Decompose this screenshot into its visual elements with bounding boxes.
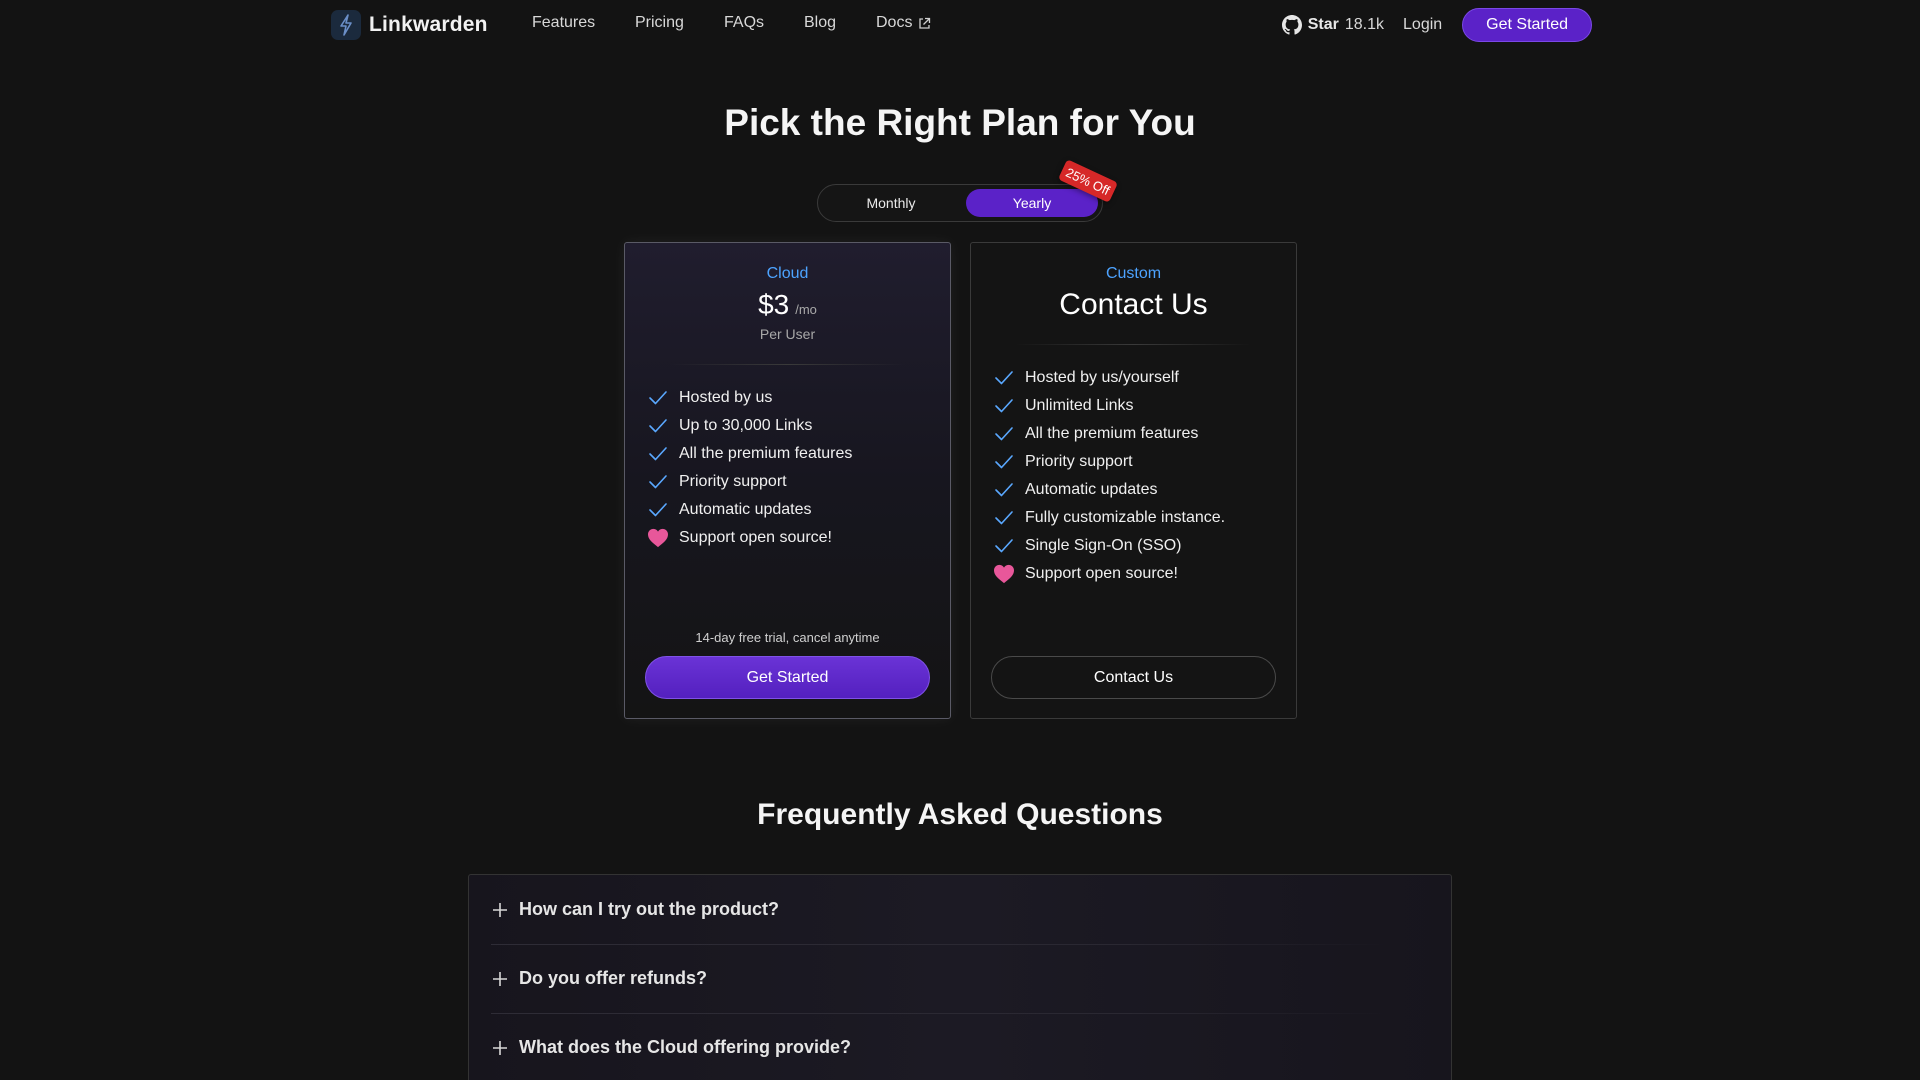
- feature-text: Support open source!: [679, 529, 832, 546]
- plan-name: Custom: [1105, 265, 1162, 282]
- nav-link-faqs[interactable]: FAQs: [724, 14, 764, 32]
- feature-list: Hosted by us/yourself Unlimited Links Al…: [993, 364, 1225, 588]
- feature-item: Automatic updates: [993, 476, 1225, 504]
- brand-logo-link[interactable]: Linkwarden: [331, 10, 488, 40]
- nav-link-pricing[interactable]: Pricing: [635, 14, 684, 32]
- feature-item: Automatic updates: [647, 496, 852, 524]
- github-star-link[interactable]: Star 18.1k: [1281, 15, 1385, 35]
- github-icon: [1281, 15, 1302, 35]
- nav-link-blog[interactable]: Blog: [804, 14, 836, 32]
- feature-text: Single Sign-On (SSO): [1025, 537, 1182, 554]
- check-icon: [993, 423, 1015, 445]
- nav-link-docs-label: Docs: [876, 14, 913, 31]
- nav-link-features[interactable]: Features: [532, 14, 595, 32]
- feature-item: Unlimited Links: [993, 392, 1225, 420]
- faq-question: How can I try out the product?: [519, 899, 779, 919]
- billing-toggle: Monthly Yearly: [817, 184, 1103, 222]
- feature-text: Automatic updates: [679, 501, 812, 518]
- feature-item: All the premium features: [647, 440, 852, 468]
- heart-icon: [647, 527, 669, 549]
- check-icon: [647, 443, 669, 465]
- feature-text: All the premium features: [679, 445, 853, 462]
- plan-card-custom: Custom Contact Us Hosted by us/yourself …: [970, 242, 1297, 719]
- brand-name: Linkwarden: [369, 13, 488, 36]
- faq-item[interactable]: How can I try out the product?: [469, 875, 1451, 944]
- feature-text: Hosted by us/yourself: [1025, 369, 1179, 386]
- check-icon: [993, 395, 1015, 417]
- trial-note: 14-day free trial, cancel anytime: [695, 630, 880, 645]
- faq-accordion: How can I try out the product? Do you of…: [468, 874, 1452, 1080]
- external-link-icon: [919, 17, 931, 29]
- feature-list: Hosted by us Up to 30,000 Links All the …: [647, 384, 852, 552]
- check-icon: [647, 387, 669, 409]
- billing-option-monthly[interactable]: Monthly: [822, 189, 960, 217]
- nav-link-docs[interactable]: Docs: [876, 14, 931, 32]
- check-icon: [647, 499, 669, 521]
- plan-price-note: Per User: [759, 326, 816, 342]
- faq-item[interactable]: Do you offer refunds?: [469, 944, 1451, 1013]
- plan-name: Cloud: [766, 265, 809, 282]
- price-row: $3/mo: [625, 289, 950, 321]
- github-star-count: 18.1k: [1344, 16, 1385, 33]
- faq-question: What does the Cloud offering provide?: [519, 1037, 851, 1057]
- get-started-nav-button[interactable]: Get Started: [1462, 8, 1592, 42]
- pricing-title: Pick the Right Plan for You: [724, 102, 1196, 143]
- feature-text: Up to 30,000 Links: [679, 417, 813, 434]
- check-icon: [993, 479, 1015, 501]
- feature-text: Support open source!: [1025, 565, 1178, 582]
- faq-item[interactable]: What does the Cloud offering provide?: [469, 1013, 1451, 1080]
- github-star-label: Star: [1307, 16, 1339, 33]
- billing-option-yearly[interactable]: Yearly: [966, 189, 1098, 217]
- top-navigation: Linkwarden Features Pricing FAQs Blog Do…: [0, 0, 1920, 50]
- faq-question: Do you offer refunds?: [519, 968, 707, 988]
- plus-icon: [491, 1039, 509, 1057]
- plus-icon: [491, 901, 509, 919]
- login-link[interactable]: Login: [1403, 16, 1442, 34]
- feature-text: Priority support: [1025, 453, 1133, 470]
- check-icon: [993, 507, 1015, 529]
- feature-item: Fully customizable instance.: [993, 504, 1225, 532]
- contact-us-button[interactable]: Contact Us: [991, 656, 1276, 699]
- card-divider: [669, 364, 906, 365]
- feature-item: Support open source!: [993, 560, 1225, 588]
- check-icon: [993, 451, 1015, 473]
- get-started-button[interactable]: Get Started: [645, 656, 930, 699]
- feature-text: Hosted by us: [679, 389, 773, 406]
- heart-icon: [993, 563, 1015, 585]
- feature-item: Single Sign-On (SSO): [993, 532, 1225, 560]
- feature-item: Up to 30,000 Links: [647, 412, 852, 440]
- feature-text: Automatic updates: [1025, 481, 1158, 498]
- check-icon: [647, 471, 669, 493]
- feature-text: Priority support: [679, 473, 787, 490]
- feature-text: Unlimited Links: [1025, 397, 1134, 414]
- plus-icon: [491, 970, 509, 988]
- check-icon: [993, 367, 1015, 389]
- linkwarden-logo-icon: [331, 10, 361, 40]
- feature-item: Hosted by us/yourself: [993, 364, 1225, 392]
- check-icon: [993, 535, 1015, 557]
- feature-text: All the premium features: [1025, 425, 1199, 442]
- plan-price: $3: [758, 289, 790, 320]
- feature-item: Priority support: [993, 448, 1225, 476]
- nav-right: Star 18.1k Login Get Started: [1281, 8, 1592, 42]
- feature-text: Fully customizable instance.: [1025, 509, 1226, 526]
- check-icon: [647, 415, 669, 437]
- plan-price-unit: /mo: [795, 302, 817, 317]
- feature-item: Support open source!: [647, 524, 852, 552]
- faq-title: Frequently Asked Questions: [757, 798, 1163, 831]
- feature-item: Priority support: [647, 468, 852, 496]
- plan-card-cloud: Cloud $3/mo Per User Hosted by us Up to …: [624, 242, 951, 719]
- card-divider: [1015, 344, 1252, 345]
- plan-headline: Contact Us: [1059, 288, 1208, 321]
- feature-item: Hosted by us: [647, 384, 852, 412]
- feature-item: All the premium features: [993, 420, 1225, 448]
